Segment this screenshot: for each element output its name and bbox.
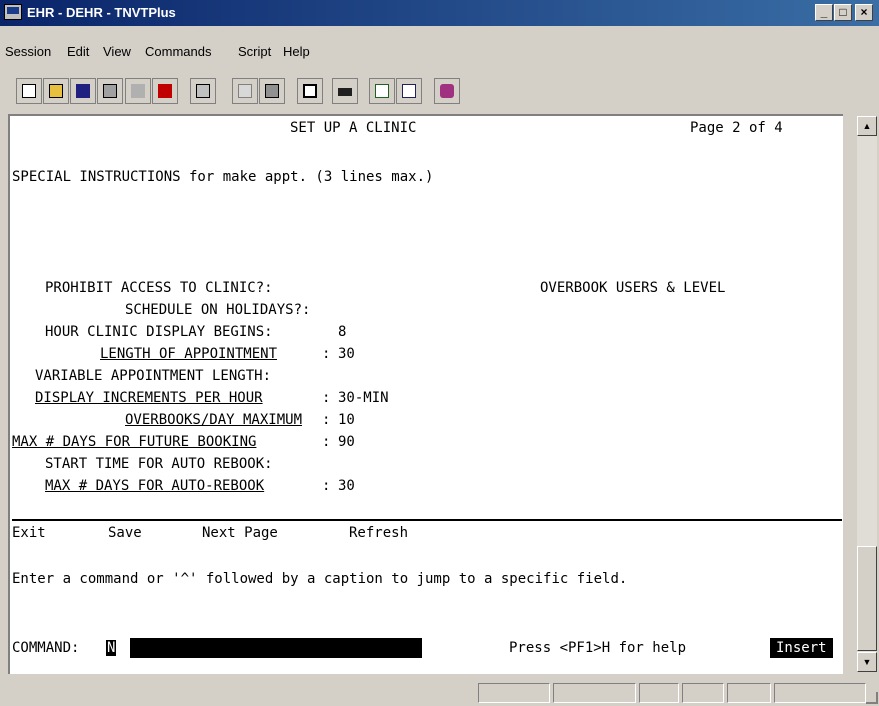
new-button[interactable]: [16, 78, 42, 104]
menu-commands[interactable]: Commands: [145, 44, 211, 59]
menu-bar: Session Edit View Commands Script Help: [0, 26, 879, 66]
print-button[interactable]: [190, 78, 216, 104]
command-input[interactable]: [130, 638, 422, 658]
length-of-appointment-colon: :: [322, 346, 331, 362]
copy-icon: [238, 84, 252, 98]
status-panel: [478, 683, 550, 703]
connect-icon: [158, 84, 172, 98]
minimize-button[interactable]: _: [815, 4, 833, 21]
disconnect-button[interactable]: [125, 78, 151, 104]
prohibit-access-label: PROHIBIT ACCESS TO CLINIC?:: [45, 280, 273, 296]
next-page-action[interactable]: Next Page: [202, 525, 278, 541]
new-icon: [22, 84, 36, 98]
menu-script[interactable]: Script: [238, 44, 271, 59]
max-days-future-label[interactable]: MAX # DAYS FOR FUTURE BOOKING: [12, 434, 256, 450]
scroll-up-button[interactable]: ▲: [857, 116, 877, 136]
connect-button[interactable]: [152, 78, 178, 104]
save-button[interactable]: [70, 78, 96, 104]
menu-view[interactable]: View: [103, 44, 131, 59]
resize-grip-icon[interactable]: [866, 692, 878, 704]
send-file-icon: [375, 84, 389, 98]
terminal-screen[interactable]: SET UP A CLINIC Page 2 of 4 SPECIAL INST…: [8, 114, 843, 674]
window-title: EHR - DEHR - TNVTPlus: [27, 5, 176, 20]
menu-help[interactable]: Help: [283, 44, 310, 59]
paste-icon: [265, 84, 279, 98]
save-icon: [76, 84, 90, 98]
keyboard-button[interactable]: [332, 78, 358, 104]
up-arrow-icon: ▲: [862, 121, 872, 131]
print-icon: [196, 84, 210, 98]
blank-screen-icon: [303, 84, 317, 98]
properties-button[interactable]: [97, 78, 123, 104]
overbook-users-header: OVERBOOK USERS & LEVEL: [540, 280, 726, 296]
status-panel: [774, 683, 866, 703]
status-panel: [639, 683, 679, 703]
menu-edit[interactable]: Edit: [67, 44, 89, 59]
insert-mode-badge: Insert: [770, 638, 833, 658]
help-hint: Enter a command or '^' followed by a cap…: [12, 571, 628, 587]
menu-session[interactable]: Session: [5, 44, 51, 59]
divider: [12, 519, 842, 521]
title-bar: EHR - DEHR - TNVTPlus _ □ ×: [0, 0, 879, 26]
overbooks-max-label[interactable]: OVERBOOKS/DAY MAXIMUM: [125, 412, 302, 428]
status-panel: [727, 683, 771, 703]
terminal-app-icon: [4, 4, 22, 20]
start-time-rebook-label: START TIME FOR AUTO REBOOK:: [45, 456, 273, 472]
max-days-future-value[interactable]: 90: [338, 434, 355, 450]
hour-display-begins-label: HOUR CLINIC DISPLAY BEGINS:: [45, 324, 273, 340]
receive-file-icon: [402, 84, 416, 98]
copy-button[interactable]: [232, 78, 258, 104]
length-of-appointment-value[interactable]: 30: [338, 346, 355, 362]
pf1-help-text: Press <PF1>H for help: [509, 640, 687, 656]
display-increments-colon: :: [322, 390, 331, 406]
schedule-holidays-label: SCHEDULE ON HOLIDAYS?:: [125, 302, 311, 318]
maximize-button[interactable]: □: [834, 4, 852, 21]
exit-action[interactable]: Exit: [12, 525, 46, 541]
keyboard-icon: [338, 88, 352, 96]
macro-book-icon: [440, 84, 454, 98]
disconnect-icon: [131, 84, 145, 98]
page-indicator: Page 2 of 4: [690, 120, 783, 136]
command-value[interactable]: N: [106, 640, 117, 656]
macro-book-button[interactable]: [434, 78, 460, 104]
length-of-appointment-label[interactable]: LENGTH OF APPOINTMENT: [100, 346, 277, 362]
special-instructions-label: SPECIAL INSTRUCTIONS for make appt. (3 l…: [12, 169, 434, 185]
max-days-rebook-value[interactable]: 30: [338, 478, 355, 494]
status-bar: [0, 680, 879, 706]
max-days-future-colon: :: [322, 434, 331, 450]
blank-screen-button[interactable]: [297, 78, 323, 104]
max-days-rebook-label[interactable]: MAX # DAYS FOR AUTO-REBOOK: [45, 478, 264, 494]
send-file-button[interactable]: [369, 78, 395, 104]
variable-length-label: VARIABLE APPOINTMENT LENGTH:: [35, 368, 272, 384]
save-action[interactable]: Save: [108, 525, 142, 541]
receive-file-button[interactable]: [396, 78, 422, 104]
screen-title: SET UP A CLINIC: [290, 120, 417, 136]
refresh-action[interactable]: Refresh: [349, 525, 408, 541]
scroll-thumb[interactable]: [857, 546, 877, 651]
scroll-down-button[interactable]: ▼: [857, 652, 877, 672]
open-button[interactable]: [43, 78, 69, 104]
down-arrow-icon: ▼: [862, 657, 872, 667]
max-days-rebook-colon: :: [322, 478, 331, 494]
paste-button[interactable]: [259, 78, 285, 104]
status-panel: [553, 683, 636, 703]
open-icon: [49, 84, 63, 98]
hour-display-begins-value[interactable]: 8: [338, 324, 346, 340]
overbooks-max-value[interactable]: 10: [338, 412, 355, 428]
status-panel: [682, 683, 724, 703]
vertical-scrollbar[interactable]: ▲ ▼: [857, 116, 877, 672]
command-label: COMMAND:: [12, 640, 80, 656]
display-increments-label[interactable]: DISPLAY INCREMENTS PER HOUR: [35, 390, 263, 406]
overbooks-max-colon: :: [322, 412, 331, 428]
close-button[interactable]: ×: [855, 4, 873, 21]
display-increments-value[interactable]: 30-MIN: [338, 390, 389, 406]
toolbar: [8, 74, 613, 110]
properties-icon: [103, 84, 117, 98]
